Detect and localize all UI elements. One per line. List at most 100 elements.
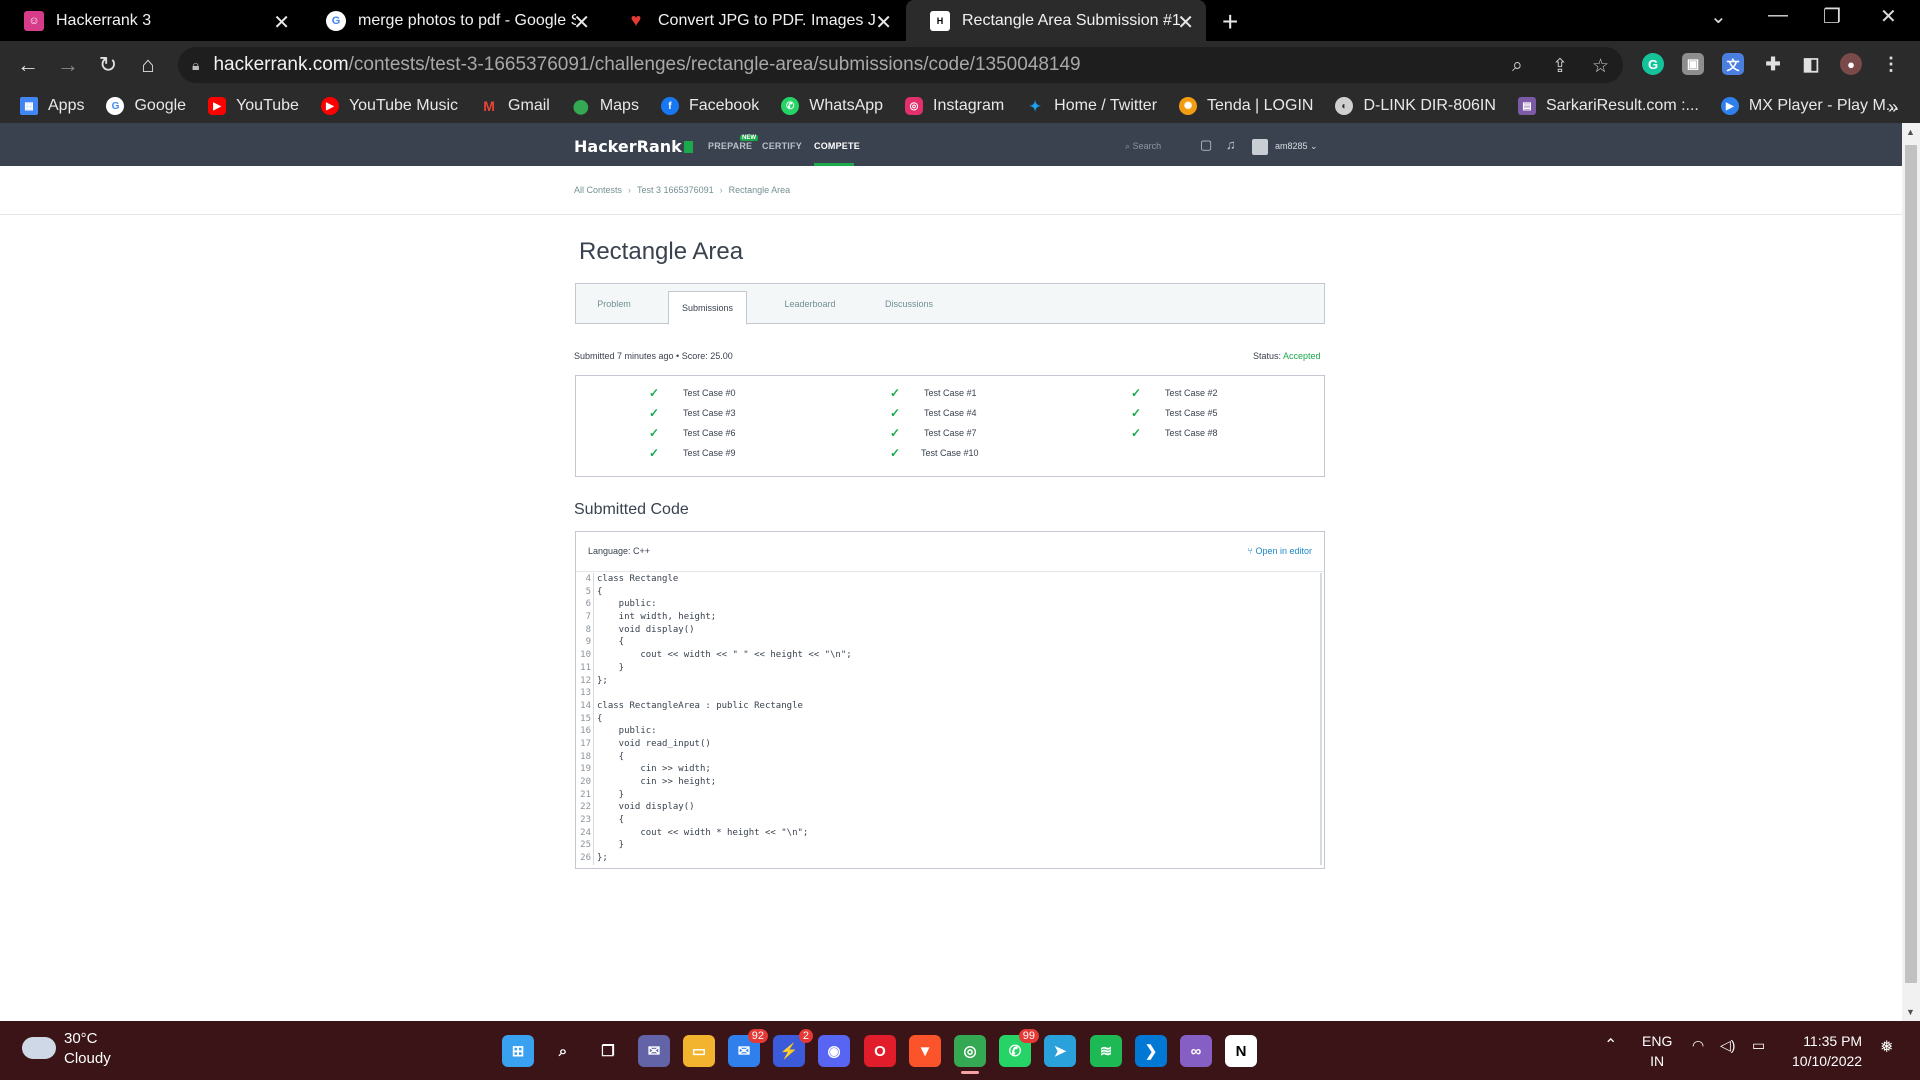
vscode-icon[interactable]: ❯ <box>1135 1035 1167 1067</box>
tab-search-icon[interactable]: ⌄ <box>1710 4 1727 29</box>
side-panel-icon[interactable]: ◧ <box>1800 53 1822 75</box>
close-icon[interactable]: ✕ <box>875 10 892 35</box>
volume-icon[interactable]: ◁) <box>1720 1037 1735 1054</box>
nav-prepare[interactable]: PREPARE <box>708 141 752 151</box>
telegram-icon[interactable]: ➤ <box>1044 1035 1076 1067</box>
breadcrumb-item[interactable]: All Contests <box>574 185 622 195</box>
bookmark-facebook[interactable]: f Facebook <box>660 97 759 115</box>
brave-icon[interactable]: ▼ <box>909 1035 941 1067</box>
grammarly-icon[interactable]: G <box>1642 53 1664 75</box>
bookmark-sarkari[interactable]: ▤ SarkariResult.com :... <box>1517 97 1699 115</box>
test-case[interactable]: ✓ Test Case #6 <box>649 426 736 440</box>
browser-tab[interactable]: ♥ Convert JPG to PDF. Images JPG ✕ <box>602 0 904 41</box>
scroll-down-icon[interactable]: ▼ <box>1906 1007 1915 1017</box>
nav-compete[interactable]: COMPETE <box>814 141 860 151</box>
restore-icon[interactable]: ❐ <box>1823 4 1841 29</box>
scroll-up-icon[interactable]: ▲ <box>1906 127 1915 137</box>
code-viewer[interactable]: 4 class Rectangle 5{6 public: 7 int width, … <box>576 573 1322 865</box>
powerautomate-icon[interactable]: ⚡ 2 <box>773 1029 813 1067</box>
test-case[interactable]: ✓ Test Case #8 <box>1131 426 1218 440</box>
home-icon[interactable]: ⌂ <box>132 49 164 81</box>
zoom-icon[interactable]: ⌕ <box>1512 55 1523 77</box>
whatsapp-icon[interactable]: ✆ 99 <box>999 1029 1039 1067</box>
test-case[interactable]: ✓ Test Case #10 <box>890 446 979 460</box>
weather-temperature[interactable]: 30°C <box>64 1030 98 1047</box>
bookmark-instagram[interactable]: ◎ Instagram <box>905 97 1004 115</box>
notion-icon[interactable]: N <box>1225 1035 1257 1067</box>
file-explorer-icon[interactable]: ▭ <box>683 1035 715 1067</box>
opera-icon[interactable]: O <box>864 1035 896 1067</box>
test-case[interactable]: ✓ Test Case #3 <box>649 406 736 420</box>
bookmarks-overflow-button[interactable]: » <box>1888 97 1898 118</box>
avatar[interactable] <box>1252 139 1268 155</box>
close-window-icon[interactable]: ✕ <box>1880 4 1897 29</box>
bookmark-youtube-music[interactable]: ▶ YouTube Music <box>320 97 458 115</box>
user-menu[interactable]: am8285 ⌄ <box>1275 141 1318 152</box>
tab-leaderboard[interactable]: Leaderboard <box>766 284 854 324</box>
bookmark-youtube[interactable]: ▶ YouTube <box>208 97 299 115</box>
browser-tab[interactable]: ☺ Hackerrank 3 ✕ <box>0 0 302 41</box>
bookmark-star-icon[interactable]: ☆ <box>1592 55 1609 78</box>
clock[interactable]: 11:35 PM 10/10/2022 <box>1792 1031 1862 1071</box>
test-case[interactable]: ✓ Test Case #2 <box>1131 386 1218 400</box>
hackerrank-logo[interactable]: HackerRank <box>574 137 693 156</box>
breadcrumb-item[interactable]: Rectangle Area <box>729 185 791 195</box>
bookmark-twitter[interactable]: ✦ Home / Twitter <box>1026 97 1157 115</box>
test-case[interactable]: ✓ Test Case #5 <box>1131 406 1218 420</box>
wifi-icon[interactable]: ◠ <box>1692 1037 1704 1054</box>
language-indicator[interactable]: ENG IN <box>1642 1031 1672 1071</box>
browser-tab[interactable]: G merge photos to pdf - Google Se ✕ <box>302 0 602 41</box>
tab-submissions[interactable]: Submissions <box>668 291 747 325</box>
browser-tab-active[interactable]: H Rectangle Area Submission #135 ✕ <box>906 0 1206 41</box>
bookmark-mxplayer[interactable]: ▶ MX Player - Play M... <box>1720 97 1899 115</box>
profile-avatar[interactable]: ● <box>1840 53 1862 75</box>
reload-icon[interactable]: ↻ <box>92 49 124 81</box>
bookmark-gmail[interactable]: M Gmail <box>480 97 550 115</box>
search-box[interactable]: ⌕ Search <box>1125 141 1161 152</box>
page-scrollbar[interactable]: ▲ ▼ <box>1902 123 1920 1021</box>
teams-chat-icon[interactable]: ✉ <box>638 1035 670 1067</box>
close-icon[interactable]: ✕ <box>573 10 590 35</box>
scrollbar-thumb[interactable] <box>1905 145 1917 983</box>
tab-discussions[interactable]: Discussions <box>868 284 950 324</box>
puzzle-icon[interactable]: ✚ <box>1762 53 1784 75</box>
nav-certify[interactable]: CERTIFY <box>762 141 802 151</box>
share-icon[interactable]: ⇪ <box>1552 55 1568 78</box>
translate-icon[interactable]: 文 <box>1722 53 1744 75</box>
chevron-up-icon[interactable]: ⌃ <box>1604 1035 1617 1055</box>
bell-icon[interactable]: ♫ <box>1226 137 1236 152</box>
forward-arrow-icon[interactable]: → <box>52 49 84 81</box>
bookmark-maps[interactable]: ⬤ Maps <box>572 97 639 115</box>
mail-icon[interactable]: ✉ 92 <box>728 1029 768 1067</box>
minimize-icon[interactable]: — <box>1768 4 1788 27</box>
close-icon[interactable]: ✕ <box>1177 10 1194 35</box>
breadcrumb-item[interactable]: Test 3 1665376091 <box>637 185 714 195</box>
test-case[interactable]: ✓ Test Case #1 <box>890 386 977 400</box>
spotify-icon[interactable]: ≋ <box>1090 1035 1122 1067</box>
new-tab-button[interactable]: + <box>1222 6 1238 38</box>
bookmark-google[interactable]: G Google <box>106 97 186 115</box>
bookmark-apps[interactable]: ▦ Apps <box>20 97 84 115</box>
test-case[interactable]: ✓ Test Case #7 <box>890 426 977 440</box>
bookmark-dlink[interactable]: ◐ D-LINK DIR-806IN <box>1335 97 1496 115</box>
messages-icon[interactable]: ▢ <box>1200 137 1212 153</box>
bookmark-whatsapp[interactable]: ✆ WhatsApp <box>781 97 883 115</box>
menu-dots-icon[interactable]: ⋮ <box>1880 53 1902 75</box>
test-case[interactable]: ✓ Test Case #0 <box>649 386 736 400</box>
visual-studio-icon[interactable]: ∞ <box>1180 1035 1212 1067</box>
task-view-icon[interactable]: ❐ <box>592 1035 624 1067</box>
open-in-editor-link[interactable]: ⑂ Open in editor <box>1248 546 1312 556</box>
extension-icon[interactable]: ▣ <box>1682 53 1704 75</box>
address-bar[interactable]: 🔒︎ hackerrank.com/contests/test-3-166537… <box>178 47 1623 83</box>
chrome-icon[interactable]: ◎ <box>954 1035 986 1067</box>
back-arrow-icon[interactable]: ← <box>12 49 44 81</box>
cloud-icon[interactable] <box>22 1037 56 1059</box>
test-case[interactable]: ✓ Test Case #9 <box>649 446 736 460</box>
close-icon[interactable]: ✕ <box>273 10 290 35</box>
notification-icon[interactable]: ❅ <box>1880 1037 1893 1057</box>
weather-description[interactable]: Cloudy <box>64 1050 111 1067</box>
bookmark-tenda[interactable]: ✺ Tenda | LOGIN <box>1179 97 1313 115</box>
search-icon[interactable]: ⌕ <box>547 1035 579 1067</box>
test-case[interactable]: ✓ Test Case #4 <box>890 406 977 420</box>
battery-icon[interactable]: ▭ <box>1752 1037 1765 1054</box>
